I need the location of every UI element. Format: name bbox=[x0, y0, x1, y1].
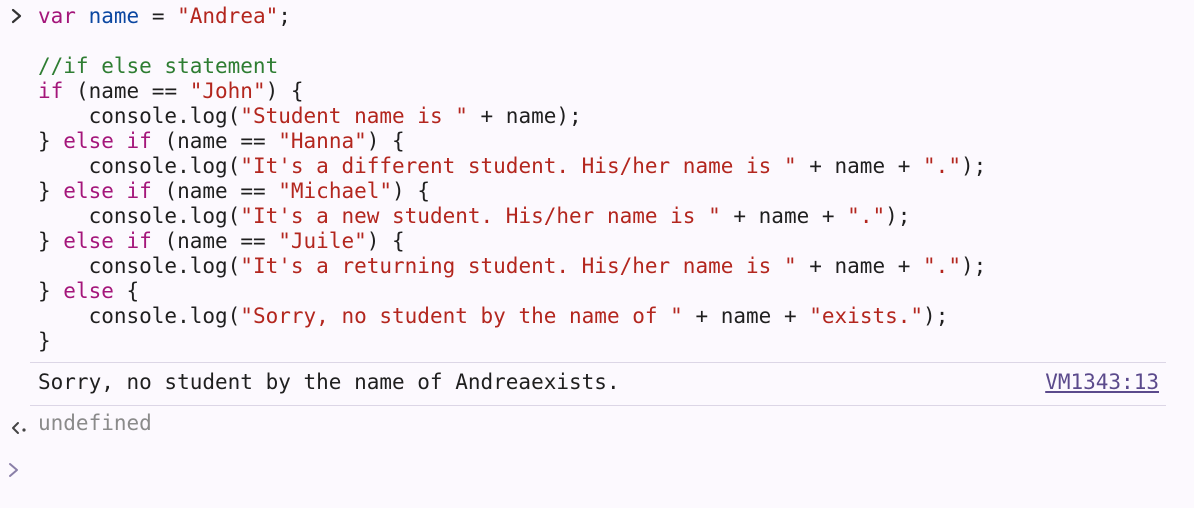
source-location-link[interactable]: VM1343:13 bbox=[1045, 370, 1159, 395]
code-token: else if bbox=[63, 179, 152, 203]
code-line: } else if (name == "Hanna") { bbox=[38, 129, 405, 153]
code-token: } bbox=[38, 179, 64, 203]
code-token: ); bbox=[960, 254, 987, 278]
code-token: (name == bbox=[151, 229, 279, 253]
divider-top bbox=[30, 362, 1166, 363]
code-token: + name + bbox=[720, 204, 848, 228]
code-token: "Hanna" bbox=[278, 129, 367, 153]
code-token: console.log( bbox=[38, 104, 241, 128]
code-token: "." bbox=[923, 254, 961, 278]
code-token: } bbox=[38, 329, 51, 353]
code-token: "Student name is " bbox=[240, 104, 468, 128]
code-token: + name + bbox=[682, 304, 810, 328]
code-token: } bbox=[38, 279, 64, 303]
code-token: "." bbox=[847, 204, 886, 228]
code-token: "Juile" bbox=[278, 229, 367, 253]
code-token: = bbox=[139, 4, 178, 28]
code-line: } else if (name == "Michael") { bbox=[38, 179, 430, 203]
code-token: ) { bbox=[366, 129, 405, 153]
code-token: "It's a different student. His/her name … bbox=[240, 154, 797, 178]
code-token: ; bbox=[278, 4, 291, 28]
code-token: var bbox=[38, 4, 76, 28]
code-token: ) { bbox=[265, 79, 304, 103]
code-token: { bbox=[113, 279, 140, 303]
code-token: ) { bbox=[366, 229, 405, 253]
code-line: } bbox=[38, 329, 51, 353]
code-line: console.log("It's a returning student. H… bbox=[38, 254, 987, 278]
divider-bottom bbox=[30, 405, 1166, 406]
code-line: } else { bbox=[38, 279, 139, 303]
code-line: var name = "Andrea"; bbox=[38, 4, 291, 28]
code-token: + name + bbox=[796, 154, 924, 178]
code-token: if bbox=[38, 79, 64, 103]
code-token: //if else statement bbox=[38, 54, 279, 78]
code-token: + name); bbox=[467, 104, 582, 128]
code-input[interactable]: var name = "Andrea"; //if else statement… bbox=[38, 4, 986, 354]
code-token: ) { bbox=[392, 179, 430, 203]
code-token: "Michael" bbox=[278, 179, 393, 203]
code-line: if (name == "John") { bbox=[38, 79, 304, 103]
code-token: "." bbox=[923, 154, 961, 178]
code-token: (name == bbox=[151, 129, 279, 153]
code-token: console.log( bbox=[38, 204, 241, 228]
log-message-text: Sorry, no student by the name of Andreae… bbox=[38, 370, 620, 394]
code-token: } bbox=[38, 229, 64, 253]
return-value-text: undefined bbox=[38, 411, 152, 435]
code-line: console.log("It's a different student. H… bbox=[38, 154, 987, 178]
code-token: console.log( bbox=[38, 304, 241, 328]
code-token: else if bbox=[63, 229, 152, 253]
code-token: } bbox=[38, 129, 64, 153]
code-token: else bbox=[63, 279, 114, 303]
code-token: "John" bbox=[189, 79, 266, 103]
code-token: "It's a new student. His/her name is " bbox=[240, 204, 721, 228]
console-return-value: undefined bbox=[0, 410, 1194, 440]
chevron-right-icon bbox=[11, 8, 22, 24]
code-token: "exists." bbox=[809, 304, 924, 328]
console-log-message: Sorry, no student by the name of Andreae… bbox=[0, 364, 1194, 404]
code-token: "Sorry, no student by the name of " bbox=[240, 304, 683, 328]
code-line: } else if (name == "Juile") { bbox=[38, 229, 405, 253]
code-token: "Andrea" bbox=[177, 4, 279, 28]
code-token: (name == bbox=[63, 79, 190, 103]
code-token: name bbox=[88, 4, 140, 28]
code-line: console.log("Student name is " + name); bbox=[38, 104, 582, 128]
return-arrow-icon bbox=[12, 422, 26, 434]
code-token: console.log( bbox=[38, 254, 241, 278]
code-line: console.log("Sorry, no student by the na… bbox=[38, 304, 949, 328]
code-token: (name == bbox=[151, 179, 279, 203]
code-token: ); bbox=[960, 154, 987, 178]
code-token: ); bbox=[885, 204, 911, 228]
code-line: //if else statement bbox=[38, 54, 278, 78]
code-token: + name + bbox=[796, 254, 924, 278]
chevron-right-icon bbox=[9, 463, 18, 477]
code-line: console.log("It's a new student. His/her… bbox=[38, 204, 911, 228]
code-token: "It's a returning student. His/her name … bbox=[240, 254, 797, 278]
console-prompt-input[interactable] bbox=[0, 455, 1194, 485]
code-token: else if bbox=[63, 129, 152, 153]
code-token: ); bbox=[923, 304, 949, 328]
code-token: console.log( bbox=[38, 154, 241, 178]
